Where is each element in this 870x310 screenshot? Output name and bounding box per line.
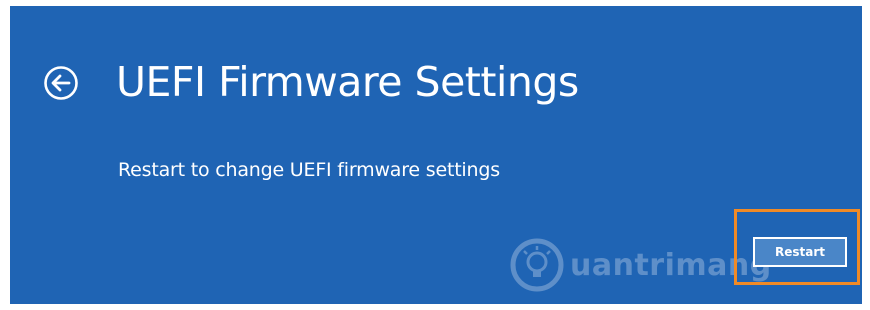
uefi-settings-panel: UEFI Firmware Settings Restart to change… [10,6,862,304]
page-title: UEFI Firmware Settings [116,58,579,106]
circle-back-arrow-icon [44,66,78,100]
page-description: Restart to change UEFI firmware settings [118,159,500,181]
restart-button[interactable]: Restart [753,237,847,267]
lightbulb-icon [510,238,564,292]
back-button[interactable] [43,65,79,101]
watermark: uantrimang [510,236,772,294]
